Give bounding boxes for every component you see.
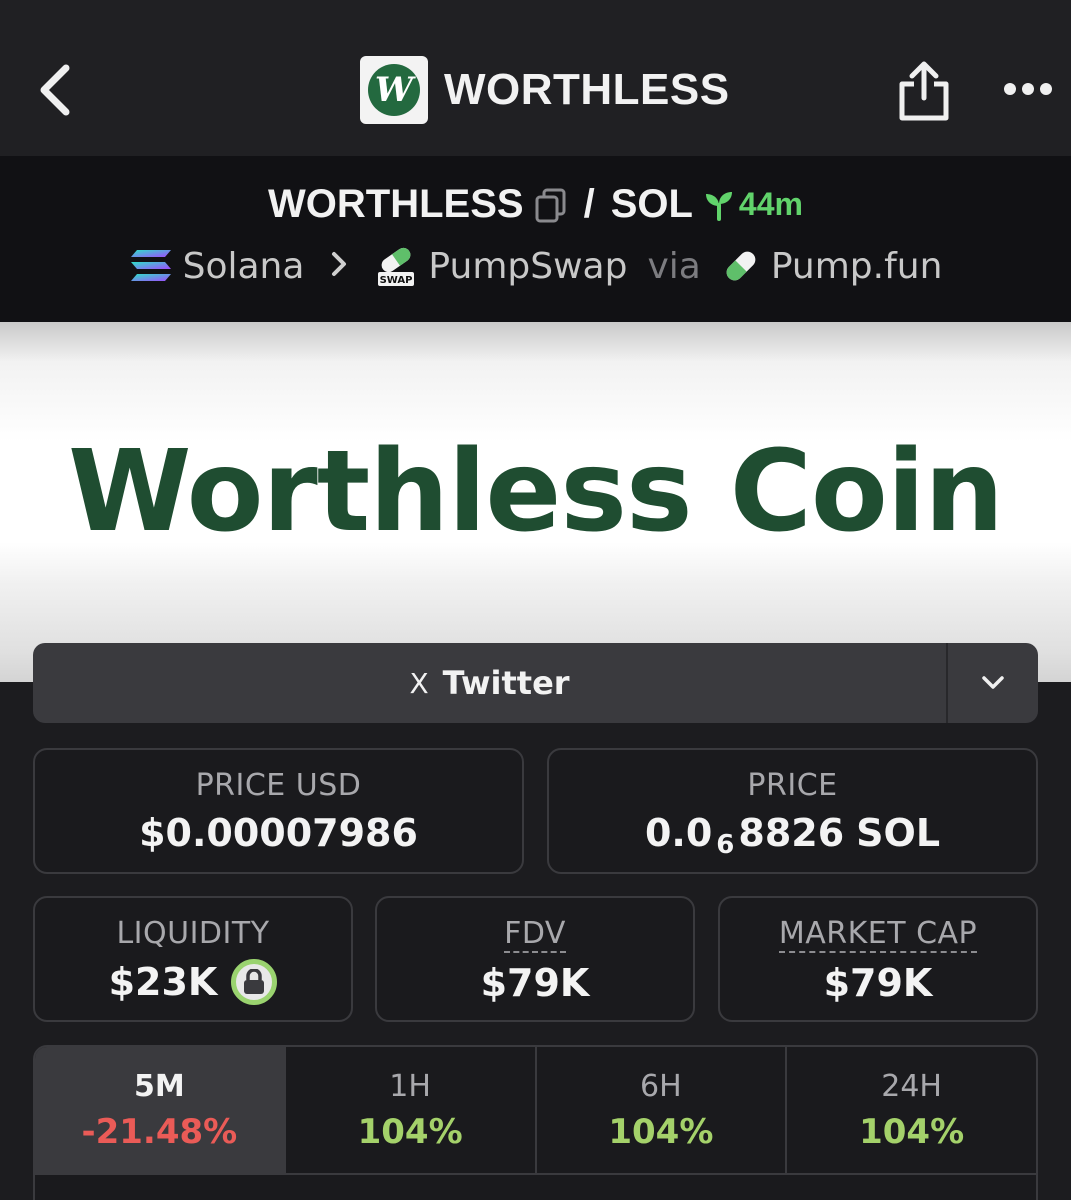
price-usd-label: PRICE USD xyxy=(195,768,362,803)
fdv-value: $79K xyxy=(480,961,590,1005)
social-links-bar: X Twitter xyxy=(33,643,1038,723)
token-logo: W xyxy=(360,56,428,124)
token-banner-image: Worthless Coin xyxy=(0,322,1071,682)
via-text: via xyxy=(647,245,701,287)
base-token-symbol: WORTHLESS xyxy=(268,182,524,226)
launchpad-name: Pump.fun xyxy=(770,245,943,287)
price-usd-value: $0.00007986 xyxy=(139,811,418,855)
chevron-left-icon xyxy=(40,64,70,116)
timeframe-change: -21.48% xyxy=(81,1112,238,1152)
liquidity-lock-button[interactable] xyxy=(231,959,278,1005)
dex-link[interactable]: SWAP PumpSwap xyxy=(374,244,627,288)
timeframe-period: 1H xyxy=(389,1069,431,1104)
liquidity-label: LIQUIDITY xyxy=(116,916,270,951)
price-label: PRICE xyxy=(747,768,838,803)
price-lead: 0.0 xyxy=(644,811,713,855)
launchpad-link[interactable]: Pump.fun xyxy=(721,245,943,287)
price-zero-count: 6 xyxy=(716,830,735,860)
market-cap-value: $79K xyxy=(823,961,933,1005)
dex-name: PumpSwap xyxy=(428,245,628,287)
timeframe-period: 5M xyxy=(134,1069,185,1104)
back-button[interactable] xyxy=(30,60,80,120)
liquidity-card: LIQUIDITY $23K xyxy=(33,896,353,1022)
timeframe-tab[interactable]: 5M -21.48% xyxy=(35,1047,286,1173)
market-cap-label: MARKET CAP xyxy=(778,916,978,953)
page-title: WORTHLESS xyxy=(444,65,730,114)
seedling-icon xyxy=(705,191,732,221)
chain-name: Solana xyxy=(182,245,305,287)
timeframe-change: 104% xyxy=(608,1112,714,1152)
liquidity-value: $23K xyxy=(108,960,218,1004)
timeframe-change: 104% xyxy=(357,1112,463,1152)
share-button[interactable] xyxy=(896,58,952,124)
price-digits: 8826 xyxy=(738,811,845,855)
pumpswap-icon: SWAP xyxy=(378,247,415,286)
timeframe-tab[interactable]: 6H 104% xyxy=(537,1047,788,1173)
token-brand: W WORTHLESS xyxy=(360,55,730,125)
pair-title: WORTHLESS / SOL 44m xyxy=(0,182,1071,227)
dex-badge-text: SWAP xyxy=(380,275,413,286)
twitter-label: Twitter xyxy=(442,664,570,702)
timeframe-tab[interactable]: 1H 104% xyxy=(286,1047,537,1173)
banner-text: Worthless Coin xyxy=(68,427,1004,557)
market-cap-card[interactable]: MARKET CAP $79K xyxy=(718,896,1038,1022)
pair-route: Solana SWAP PumpSwap via Pump.fun xyxy=(0,244,1071,288)
x-logo-icon: X xyxy=(409,666,429,700)
price-native-card: PRICE 0.0 6 8826 SOL xyxy=(547,748,1038,874)
timeframe-period: 6H xyxy=(640,1069,682,1104)
top-nav-bar: W WORTHLESS xyxy=(0,0,1071,156)
pair-age: 44m xyxy=(703,186,803,223)
pair-separator: / xyxy=(583,182,595,226)
fdv-card[interactable]: FDV $79K xyxy=(375,896,695,1022)
solana-icon xyxy=(130,250,171,281)
social-dropdown-button[interactable] xyxy=(948,643,1038,723)
chevron-right-icon xyxy=(330,246,348,287)
price-usd-card: PRICE USD $0.00007986 xyxy=(33,748,524,874)
share-icon xyxy=(899,61,949,121)
quote-token-symbol: SOL xyxy=(610,182,693,226)
price-change-timeframes: 5M -21.48% 1H 104% 6H 104% 24H 104% xyxy=(33,1045,1038,1200)
more-options-button[interactable] xyxy=(998,74,1058,104)
price-unit: SOL xyxy=(856,811,941,855)
pair-header: WORTHLESS / SOL 44m Solana SWAP PumpSwap… xyxy=(0,156,1071,322)
lock-icon xyxy=(244,969,265,994)
more-dots-icon xyxy=(1004,83,1052,95)
timeframe-tab[interactable]: 24H 104% xyxy=(787,1047,1036,1173)
timeframe-change: 104% xyxy=(859,1112,965,1152)
timeframe-period: 24H xyxy=(881,1069,942,1104)
twitter-link-button[interactable]: X Twitter xyxy=(33,643,946,723)
pair-age-value: 44m xyxy=(738,186,803,222)
chain-link[interactable]: Solana xyxy=(129,245,305,287)
pill-icon xyxy=(726,251,756,281)
fdv-label: FDV xyxy=(504,916,566,953)
chevron-down-icon xyxy=(982,676,1004,689)
token-logo-letter: W xyxy=(368,64,420,116)
copy-icon[interactable] xyxy=(534,187,568,223)
